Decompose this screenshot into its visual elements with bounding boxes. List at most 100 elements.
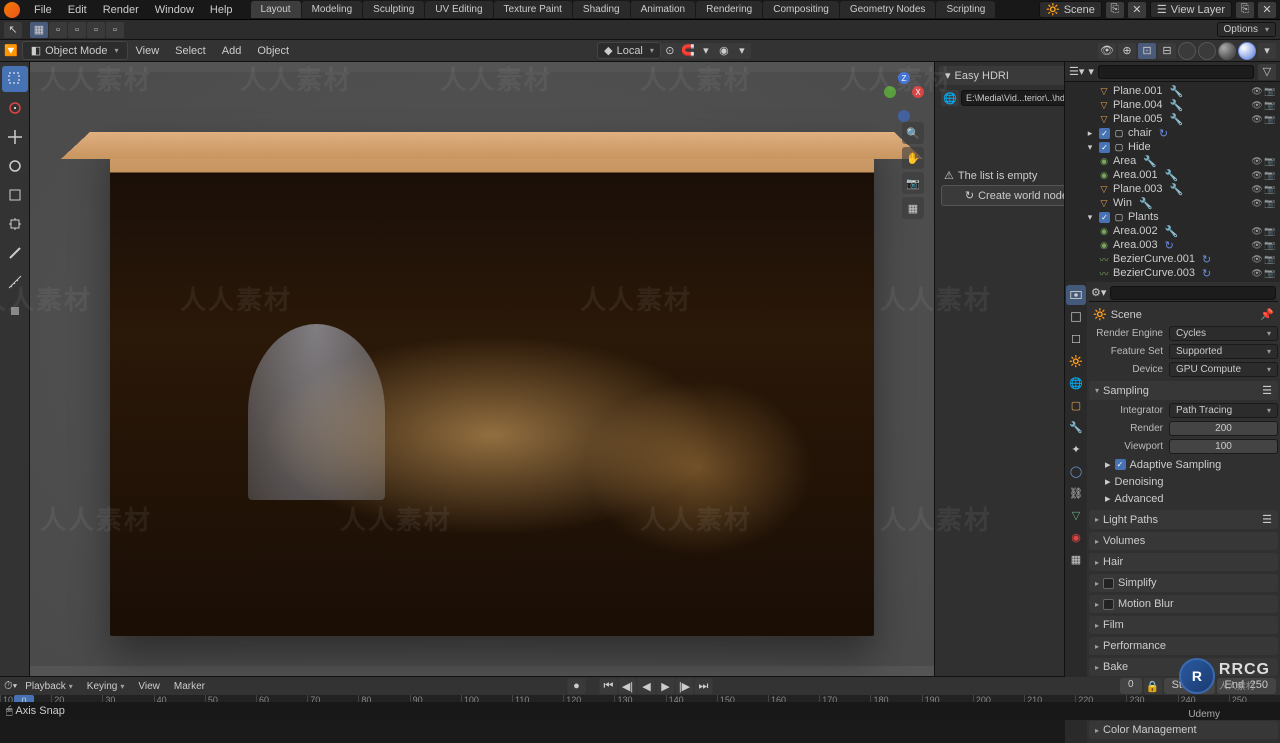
select-mode-4[interactable]: ▫ bbox=[87, 22, 105, 38]
hide-render-toggle[interactable]: 📷 bbox=[1264, 99, 1276, 111]
prop-tab-physics[interactable]: ◯ bbox=[1066, 461, 1086, 481]
collection-checkbox[interactable]: ✓ bbox=[1099, 212, 1110, 223]
properties-search-input[interactable] bbox=[1110, 286, 1276, 300]
workspace-tab-modeling[interactable]: Modeling bbox=[302, 1, 363, 18]
keyframe-next-button[interactable]: |▶ bbox=[676, 678, 694, 694]
jump-start-button[interactable]: ⏮ bbox=[600, 678, 618, 694]
workspace-tab-sculpting[interactable]: Sculpting bbox=[363, 1, 424, 18]
workspace-tab-compositing[interactable]: Compositing bbox=[763, 1, 839, 18]
render-samples-field[interactable]: 200 bbox=[1169, 421, 1278, 436]
prop-tab-viewlayer[interactable]: ☐ bbox=[1066, 329, 1086, 349]
prop-tab-data[interactable]: ▽ bbox=[1066, 505, 1086, 525]
pivot-dropdown[interactable]: ⊙ bbox=[661, 43, 679, 59]
viewport-menu-select[interactable]: Select bbox=[167, 42, 214, 60]
device-dropdown[interactable]: GPU Compute bbox=[1169, 362, 1278, 377]
select-mode-3[interactable]: ▫ bbox=[68, 22, 86, 38]
advanced-row[interactable]: ▸Advanced bbox=[1089, 490, 1278, 507]
outliner-search-input[interactable] bbox=[1098, 65, 1254, 79]
prop-tab-material[interactable]: ◉ bbox=[1066, 527, 1086, 547]
hide-render-toggle[interactable]: 📷 bbox=[1264, 253, 1276, 265]
outliner-row[interactable]: ▽Plane.001🔧👁📷 bbox=[1065, 84, 1280, 98]
restore-icon[interactable]: ↻ bbox=[1202, 253, 1211, 266]
select-mode-2[interactable]: ▫ bbox=[49, 22, 67, 38]
hide-viewport-toggle[interactable]: 👁 bbox=[1251, 169, 1263, 181]
timeline-keying-menu[interactable]: Keying bbox=[81, 679, 131, 694]
outliner-row[interactable]: ▽Win🔧👁📷 bbox=[1065, 196, 1280, 210]
hide-render-toggle[interactable]: 📷 bbox=[1264, 183, 1276, 195]
outliner-row[interactable]: 〰BezierCurve.001↻👁📷 bbox=[1065, 252, 1280, 266]
section-performance[interactable]: ▸Performance bbox=[1089, 637, 1278, 655]
workspace-tab-geonodes[interactable]: Geometry Nodes bbox=[840, 1, 936, 18]
restore-icon[interactable]: ↻ bbox=[1159, 127, 1168, 140]
scene-selector[interactable]: 🔆Scene bbox=[1039, 1, 1102, 18]
axis-z-icon[interactable]: Z bbox=[898, 72, 910, 84]
world-icon[interactable]: 🌐 bbox=[941, 90, 959, 106]
expand-icon[interactable]: ▾ bbox=[1084, 141, 1096, 153]
menu-render[interactable]: Render bbox=[95, 1, 147, 19]
workspace-tab-rendering[interactable]: Rendering bbox=[696, 1, 762, 18]
shading-wireframe[interactable] bbox=[1178, 42, 1196, 60]
hide-render-toggle[interactable]: 📷 bbox=[1264, 85, 1276, 97]
expand-icon[interactable]: ▸ bbox=[1084, 127, 1096, 139]
collection-checkbox[interactable]: ✓ bbox=[1099, 142, 1110, 153]
viewport-menu-object[interactable]: Object bbox=[249, 42, 297, 60]
hdri-path-field[interactable]: E:\Media\Vid...terior\..\hdri\ bbox=[961, 90, 1077, 106]
outliner-row[interactable]: ▸✓▢chair↻ bbox=[1065, 126, 1280, 140]
navigation-gizmo[interactable]: Z X bbox=[884, 72, 924, 112]
hide-render-toggle[interactable]: 📷 bbox=[1264, 113, 1276, 125]
outliner-row[interactable]: ▽Plane.004🔧👁📷 bbox=[1065, 98, 1280, 112]
tool-transform[interactable] bbox=[2, 211, 28, 237]
play-button[interactable]: ▶ bbox=[657, 678, 675, 694]
mode-selector[interactable]: ◧Object Mode bbox=[22, 41, 128, 60]
orientation-dropdown[interactable]: ◆Local bbox=[597, 42, 661, 59]
workspace-tab-layout[interactable]: Layout bbox=[251, 1, 301, 18]
adaptive-sampling-row[interactable]: ▸✓Adaptive Sampling bbox=[1089, 456, 1278, 473]
hide-viewport-toggle[interactable]: 👁 bbox=[1251, 197, 1263, 209]
tool-rotate[interactable] bbox=[2, 153, 28, 179]
3d-viewport[interactable]: Z X 🔍 ✋ 📷 ▦ bbox=[30, 62, 934, 676]
restore-icon[interactable]: ↻ bbox=[1202, 267, 1211, 280]
prop-tab-world[interactable]: 🌐 bbox=[1066, 373, 1086, 393]
snap-toggle[interactable]: 🧲 bbox=[679, 43, 697, 59]
hide-viewport-toggle[interactable]: 👁 bbox=[1251, 239, 1263, 251]
outliner-row[interactable]: ▾✓▢Hide bbox=[1065, 140, 1280, 154]
axis-y-icon[interactable] bbox=[884, 86, 896, 98]
menu-help[interactable]: Help bbox=[202, 1, 241, 19]
preset-icon[interactable]: ☰ bbox=[1262, 384, 1272, 397]
section-simplify[interactable]: ▸Simplify bbox=[1089, 574, 1278, 592]
prop-tab-render[interactable] bbox=[1066, 285, 1086, 305]
section-checkbox[interactable] bbox=[1103, 578, 1114, 589]
section-checkbox[interactable] bbox=[1103, 599, 1114, 610]
options-dropdown[interactable]: Options bbox=[1217, 22, 1276, 37]
xray-toggle[interactable]: ⊟ bbox=[1158, 43, 1176, 59]
gizmo-toggle[interactable]: ⊕ bbox=[1118, 43, 1136, 59]
hide-viewport-toggle[interactable]: 👁 bbox=[1251, 253, 1263, 265]
prop-tab-texture[interactable]: ▦ bbox=[1066, 549, 1086, 569]
timeline-view-menu[interactable]: View bbox=[132, 679, 166, 694]
adaptive-checkbox[interactable]: ✓ bbox=[1115, 459, 1126, 470]
render-engine-dropdown[interactable]: Cycles bbox=[1169, 326, 1278, 341]
viewlayer-delete-button[interactable]: ✕ bbox=[1258, 2, 1276, 18]
outliner-tree[interactable]: ▽Plane.001🔧👁📷▽Plane.004🔧👁📷▽Plane.005🔧👁📷▸… bbox=[1065, 82, 1280, 282]
overlay-toggle[interactable]: ⊡ bbox=[1138, 43, 1156, 59]
autokey-button[interactable]: ● bbox=[568, 678, 586, 694]
viewport-samples-field[interactable]: 100 bbox=[1169, 439, 1278, 454]
workspace-tab-scripting[interactable]: Scripting bbox=[936, 1, 995, 18]
proportional-toggle[interactable]: ◉ bbox=[715, 43, 733, 59]
editor-type-icon[interactable]: 🔽 bbox=[4, 44, 18, 57]
hide-viewport-toggle[interactable]: 👁 bbox=[1251, 113, 1263, 125]
tool-scale[interactable] bbox=[2, 182, 28, 208]
outliner-row[interactable]: ▽Plane.003🔧👁📷 bbox=[1065, 182, 1280, 196]
cursor-tool-icon[interactable]: ↖ bbox=[4, 22, 22, 38]
outliner-row[interactable]: ▾✓▢Plants bbox=[1065, 210, 1280, 224]
viewport-menu-view[interactable]: View bbox=[128, 42, 168, 60]
hide-render-toggle[interactable]: 📷 bbox=[1264, 267, 1276, 279]
viewlayer-selector[interactable]: ☰View Layer bbox=[1150, 1, 1232, 18]
expand-icon[interactable]: ▾ bbox=[1084, 211, 1096, 223]
snap-dropdown[interactable]: ▾ bbox=[697, 43, 715, 59]
axis-x-icon[interactable]: X bbox=[912, 86, 924, 98]
perspective-icon[interactable]: ▦ bbox=[902, 197, 924, 219]
pan-icon[interactable]: ✋ bbox=[902, 147, 924, 169]
frame-lock-icon[interactable]: 🔒 bbox=[1144, 678, 1162, 694]
axis-neg-z-icon[interactable] bbox=[898, 110, 910, 122]
